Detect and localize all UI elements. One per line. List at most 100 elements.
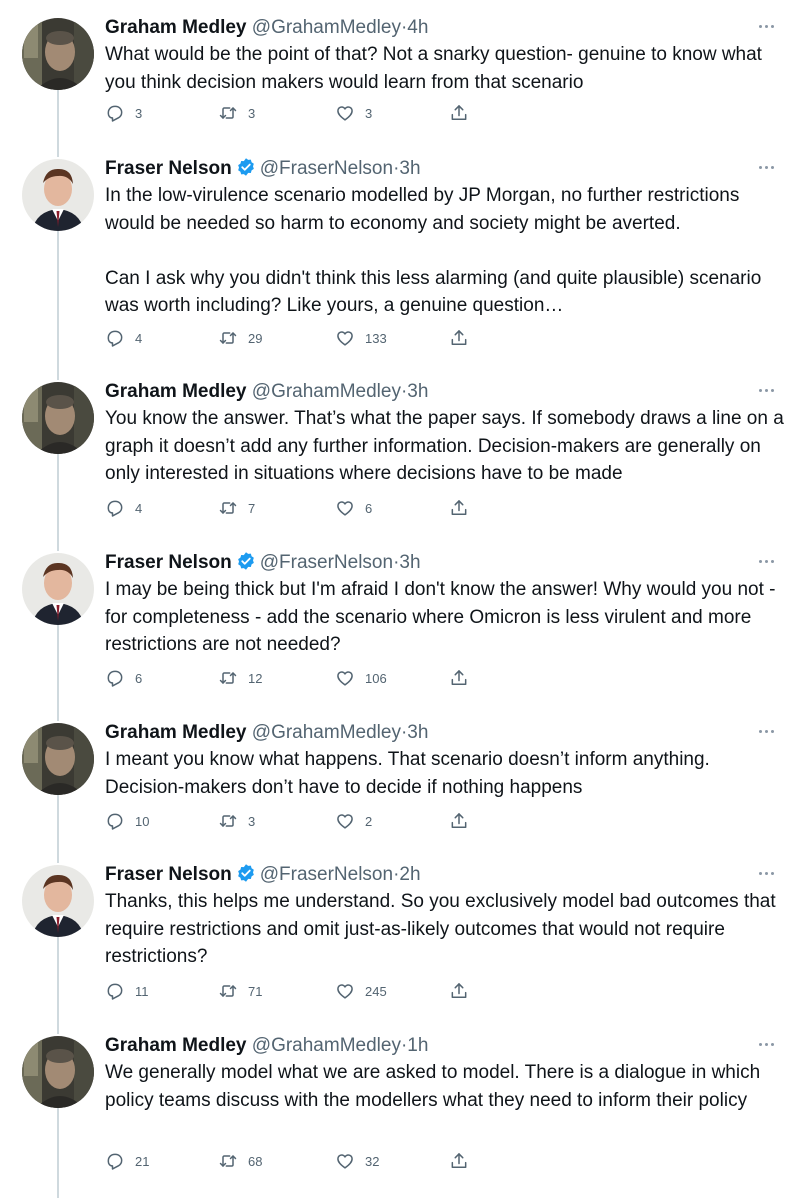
retweet-button[interactable]: 3	[218, 809, 255, 833]
share-button[interactable]	[449, 496, 479, 520]
retweet-button[interactable]: 68	[218, 1149, 262, 1173]
author-name[interactable]: Fraser Nelson	[105, 158, 232, 179]
retweet-button[interactable]: 3	[218, 101, 255, 125]
like-button[interactable]: 32	[335, 1149, 379, 1173]
more-options-icon[interactable]	[756, 723, 776, 739]
retweet-count: 71	[248, 983, 263, 999]
like-button[interactable]: 6	[335, 496, 372, 520]
author-name[interactable]: Graham Medley	[105, 722, 247, 743]
reply-button[interactable]: 3	[105, 101, 142, 125]
retweet-icon	[219, 815, 237, 827]
tweet-timestamp[interactable]: 3h	[407, 381, 428, 402]
author-handle[interactable]: @GrahamMedley	[252, 1035, 401, 1056]
like-button[interactable]: 133	[335, 326, 387, 350]
tweet-actions: 6 12 106	[105, 666, 485, 690]
like-count: 32	[365, 1153, 380, 1169]
reply-button[interactable]: 10	[105, 809, 149, 833]
author-handle[interactable]: @GrahamMedley	[252, 17, 401, 38]
tweet-actions: 10 3 2	[105, 809, 485, 833]
tweet-timestamp[interactable]: 1h	[407, 1035, 428, 1056]
more-options-icon[interactable]	[756, 865, 776, 881]
share-icon	[451, 1153, 467, 1168]
retweet-button[interactable]: 7	[218, 496, 255, 520]
more-options-icon[interactable]	[756, 1036, 776, 1052]
tweet-actions: 11 71 245	[105, 979, 485, 1003]
author-name[interactable]: Graham Medley	[105, 381, 247, 402]
author-handle[interactable]: @GrahamMedley	[252, 722, 401, 743]
author-handle[interactable]: @FraserNelson	[260, 552, 393, 573]
more-options-icon[interactable]	[756, 553, 776, 569]
retweet-count: 29	[248, 330, 263, 346]
avatar[interactable]	[22, 553, 94, 625]
thread-connector-line	[57, 623, 59, 721]
tweet-paragraph: I may be being thick but I'm afraid I do…	[105, 579, 776, 655]
tweet-timestamp[interactable]: 2h	[399, 864, 420, 885]
tweet-header: Graham Medley @GrahamMedley·3h	[105, 378, 428, 406]
thread-connector-line	[57, 230, 59, 380]
author-name[interactable]: Fraser Nelson	[105, 864, 232, 885]
tweet-paragraph: You know the answer. That’s what the pap…	[105, 408, 784, 484]
tweet-paragraph: I meant you know what happens. That scen…	[105, 749, 710, 798]
tweet-header: Fraser Nelson @FraserNelson·3h	[105, 155, 421, 183]
share-button[interactable]	[449, 1149, 479, 1173]
reply-icon	[107, 105, 123, 122]
retweet-button[interactable]: 29	[218, 326, 262, 350]
retweet-button[interactable]: 71	[218, 979, 262, 1003]
avatar[interactable]	[22, 723, 94, 795]
like-button[interactable]: 3	[335, 101, 372, 125]
more-options-icon[interactable]	[756, 18, 776, 34]
avatar[interactable]	[22, 1036, 94, 1108]
avatar[interactable]	[22, 18, 94, 90]
reply-count: 11	[135, 983, 149, 999]
reply-button[interactable]: 21	[105, 1149, 149, 1173]
share-icon	[451, 105, 467, 120]
tweet-paragraph: In the low-virulence scenario modelled b…	[105, 185, 740, 234]
reply-button[interactable]: 6	[105, 666, 142, 690]
share-button[interactable]	[449, 979, 479, 1003]
more-options-icon[interactable]	[756, 382, 776, 398]
like-button[interactable]: 245	[335, 979, 387, 1003]
tweet-header: Graham Medley @GrahamMedley·4h	[105, 14, 428, 42]
share-button[interactable]	[449, 666, 479, 690]
verified-badge-icon	[236, 551, 256, 571]
like-button[interactable]: 2	[335, 809, 372, 833]
share-button[interactable]	[449, 101, 479, 125]
reply-button[interactable]: 11	[105, 979, 149, 1003]
tweet-header: Graham Medley @GrahamMedley·1h	[105, 1032, 428, 1060]
tweet-timestamp[interactable]: 4h	[407, 17, 428, 38]
retweet-button[interactable]: 12	[218, 666, 262, 690]
retweet-count: 68	[248, 1153, 263, 1169]
verified-badge-icon	[236, 157, 256, 177]
tweet-timestamp[interactable]: 3h	[399, 158, 420, 179]
author-name[interactable]: Fraser Nelson	[105, 552, 232, 573]
author-handle[interactable]: @FraserNelson	[260, 158, 393, 179]
avatar[interactable]	[22, 382, 94, 454]
tweet-text: We generally model what we are asked to …	[105, 1059, 785, 1114]
reply-icon	[107, 500, 123, 517]
tweet-timestamp[interactable]: 3h	[399, 552, 420, 573]
like-count: 106	[365, 670, 387, 686]
reply-button[interactable]: 4	[105, 326, 142, 350]
avatar[interactable]	[22, 159, 94, 231]
tweet-timestamp[interactable]: 3h	[407, 722, 428, 743]
avatar[interactable]	[22, 865, 94, 937]
author-name[interactable]: Graham Medley	[105, 17, 247, 38]
tweet-actions: 4 29 133	[105, 326, 485, 350]
like-button[interactable]: 106	[335, 666, 387, 690]
share-button[interactable]	[449, 326, 479, 350]
tweet-paragraph: Can I ask why you didn't think this less…	[105, 267, 762, 317]
share-icon	[451, 813, 467, 828]
like-icon	[337, 501, 353, 516]
tweet-text: You know the answer. That’s what the pap…	[105, 405, 785, 488]
author-handle[interactable]: @FraserNelson	[260, 864, 393, 885]
author-handle[interactable]: @GrahamMedley	[252, 381, 401, 402]
reply-button[interactable]: 4	[105, 496, 142, 520]
share-button[interactable]	[449, 809, 479, 833]
tweet-paragraph: We generally model what we are asked to …	[105, 1062, 761, 1111]
thread-connector-line	[57, 936, 59, 1034]
tweet-paragraph: Thanks, this helps me understand. So you…	[105, 891, 776, 967]
retweet-count: 12	[248, 670, 263, 686]
reply-count: 6	[135, 670, 143, 686]
more-options-icon[interactable]	[756, 159, 776, 175]
author-name[interactable]: Graham Medley	[105, 1035, 247, 1056]
